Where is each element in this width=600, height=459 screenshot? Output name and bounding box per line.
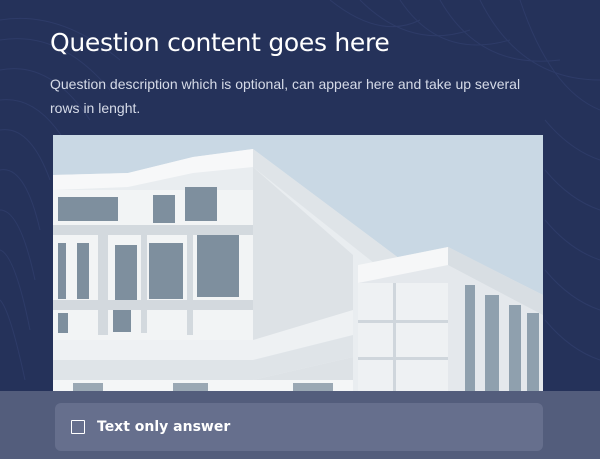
answer-option-text-only[interactable]: Text only answer xyxy=(55,403,543,451)
checkbox-icon[interactable] xyxy=(71,420,85,434)
answer-label: Text only answer xyxy=(97,419,231,435)
question-title: Question content goes here xyxy=(50,28,390,57)
question-image xyxy=(53,135,543,393)
question-description: Question description which is optional, … xyxy=(50,76,521,116)
